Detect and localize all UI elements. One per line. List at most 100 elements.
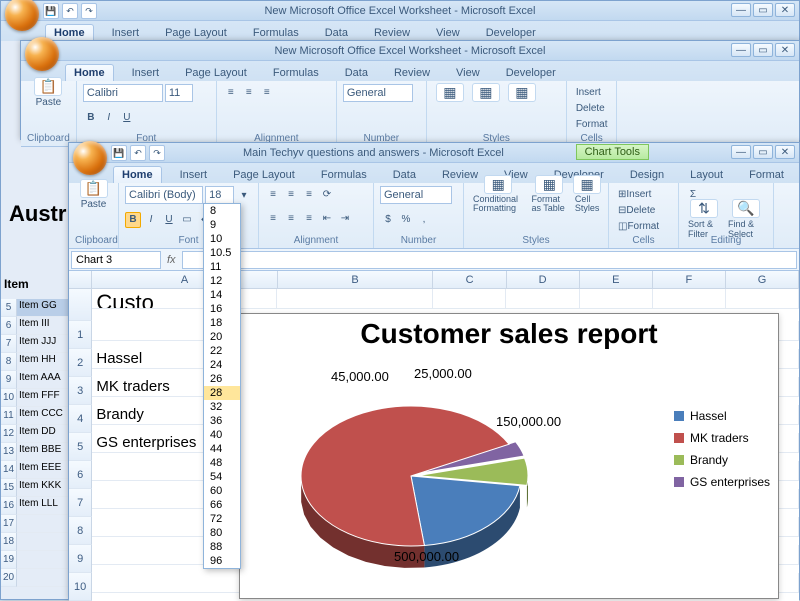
- tab-pagelayout[interactable]: Page Layout: [177, 65, 255, 81]
- font-size-option[interactable]: 36: [204, 414, 240, 428]
- row-header[interactable]: 10: [69, 573, 92, 601]
- fmt-table-button[interactable]: ▦: [469, 84, 503, 100]
- fx-icon[interactable]: fx: [163, 254, 180, 266]
- find-select-button[interactable]: 🔍Find & Select: [725, 211, 767, 227]
- align-right-icon[interactable]: ≡: [301, 211, 317, 227]
- percent-icon[interactable]: %: [398, 212, 414, 228]
- cell[interactable]: [433, 289, 506, 309]
- row-header[interactable]: 13: [1, 443, 17, 461]
- cell[interactable]: [506, 289, 579, 309]
- undo-icon[interactable]: ↶: [62, 3, 78, 19]
- row-header[interactable]: 9: [69, 545, 92, 573]
- cell[interactable]: [726, 289, 799, 309]
- cell[interactable]: Item III: [17, 317, 69, 335]
- row-header[interactable]: 6: [1, 317, 17, 335]
- indent-dec-icon[interactable]: ⇤: [319, 211, 335, 227]
- row-header[interactable]: 15: [1, 479, 17, 497]
- cell[interactable]: Item FFF: [17, 389, 69, 407]
- paste-button[interactable]: 📋Paste: [27, 84, 70, 100]
- font-size-option[interactable]: 18: [204, 316, 240, 330]
- col-header[interactable]: E: [580, 271, 653, 288]
- formula-input[interactable]: [182, 251, 797, 269]
- font-size-option[interactable]: 96: [204, 554, 240, 568]
- font-size-option[interactable]: 60: [204, 484, 240, 498]
- font-size-combo[interactable]: 18: [205, 186, 234, 204]
- cell[interactable]: Item HH: [17, 353, 69, 371]
- underline-button[interactable]: U: [161, 212, 177, 228]
- underline-button[interactable]: U: [119, 110, 135, 126]
- font-size-option[interactable]: 26: [204, 372, 240, 386]
- tab-developer[interactable]: Developer: [498, 65, 564, 81]
- font-size-dropdown[interactable]: 891010.511121416182022242628323640444854…: [203, 203, 241, 569]
- row-header[interactable]: 4: [69, 405, 92, 433]
- font-size-option[interactable]: 88: [204, 540, 240, 554]
- tab-insert[interactable]: Insert: [172, 167, 216, 183]
- font-size-option[interactable]: 48: [204, 456, 240, 470]
- cell[interactable]: [277, 289, 433, 309]
- tab-home[interactable]: Home: [45, 24, 94, 41]
- font-size-option[interactable]: 24: [204, 358, 240, 372]
- cell[interactable]: Item BBE: [17, 443, 69, 461]
- font-size-option[interactable]: 10: [204, 232, 240, 246]
- fmt-table-button[interactable]: ▦Format as Table: [528, 186, 570, 202]
- cell-styles-button[interactable]: ▦Cell Styles: [572, 186, 602, 202]
- row-header[interactable]: 16: [1, 497, 17, 515]
- minimize-button[interactable]: —: [731, 43, 751, 57]
- italic-button[interactable]: I: [143, 212, 159, 228]
- align-mid-icon[interactable]: ≡: [283, 186, 299, 202]
- cell[interactable]: [580, 289, 653, 309]
- tab-view[interactable]: View: [448, 65, 488, 81]
- redo-icon[interactable]: ↷: [81, 3, 97, 19]
- undo-icon[interactable]: ↶: [130, 145, 146, 161]
- cell[interactable]: Custo: [92, 289, 277, 309]
- name-box[interactable]: Chart 3: [71, 251, 161, 269]
- font-size-option[interactable]: 54: [204, 470, 240, 484]
- cond-fmt-button[interactable]: ▦Conditional Formatting: [470, 186, 526, 202]
- col-header[interactable]: G: [726, 271, 799, 288]
- row-header[interactable]: 11: [1, 407, 17, 425]
- cell[interactable]: Item GG: [17, 299, 69, 317]
- tab-formulas[interactable]: Formulas: [245, 25, 307, 41]
- currency-icon[interactable]: $: [380, 212, 396, 228]
- tab-data[interactable]: Data: [385, 167, 424, 183]
- tab-developer[interactable]: Developer: [478, 25, 544, 41]
- font-size-option[interactable]: 22: [204, 344, 240, 358]
- font-size-option[interactable]: 66: [204, 498, 240, 512]
- row-header[interactable]: 5: [69, 433, 92, 461]
- row-header[interactable]: 8: [69, 517, 92, 545]
- cell[interactable]: Item EEE: [17, 461, 69, 479]
- minimize-button[interactable]: —: [731, 3, 751, 17]
- col-header[interactable]: C: [433, 271, 506, 288]
- ctx-tab-format[interactable]: Format: [741, 167, 792, 183]
- office-button-front[interactable]: [73, 141, 107, 175]
- close-button[interactable]: ✕: [775, 145, 795, 159]
- font-size-option[interactable]: 14: [204, 288, 240, 302]
- restore-button[interactable]: ▭: [753, 3, 773, 17]
- embedded-chart[interactable]: Customer sales report 150,000.00500,000.…: [239, 313, 779, 599]
- sort-filter-button[interactable]: ⇅Sort & Filter: [685, 211, 723, 227]
- bold-button[interactable]: B: [125, 212, 141, 228]
- tab-pagelayout[interactable]: Page Layout: [157, 25, 235, 41]
- row-header[interactable]: 7: [1, 335, 17, 353]
- italic-button[interactable]: I: [101, 110, 117, 126]
- row-header[interactable]: 1: [69, 321, 92, 349]
- align-bot-icon[interactable]: ≡: [301, 186, 317, 202]
- font-size-option[interactable]: 44: [204, 442, 240, 456]
- redo-icon[interactable]: ↷: [149, 145, 165, 161]
- office-button-mid[interactable]: [25, 37, 59, 71]
- font-size-option[interactable]: 28: [204, 386, 240, 400]
- close-button[interactable]: ✕: [775, 3, 795, 17]
- col-header[interactable]: B: [278, 271, 434, 288]
- tab-home[interactable]: Home: [113, 166, 162, 183]
- cell[interactable]: Item KKK: [17, 479, 69, 497]
- row-header[interactable]: 14: [1, 461, 17, 479]
- orientation-icon[interactable]: ⟳: [319, 186, 335, 202]
- font-size-option[interactable]: 12: [204, 274, 240, 288]
- minimize-button[interactable]: —: [731, 145, 751, 159]
- save-icon[interactable]: 💾: [43, 3, 59, 19]
- comma-icon[interactable]: ,: [416, 212, 432, 228]
- tab-insert[interactable]: Insert: [124, 65, 168, 81]
- insert-cells[interactable]: ⊞ Insert: [615, 186, 654, 202]
- delete-cells[interactable]: Delete: [573, 100, 608, 116]
- cell[interactable]: Item AAA: [17, 371, 69, 389]
